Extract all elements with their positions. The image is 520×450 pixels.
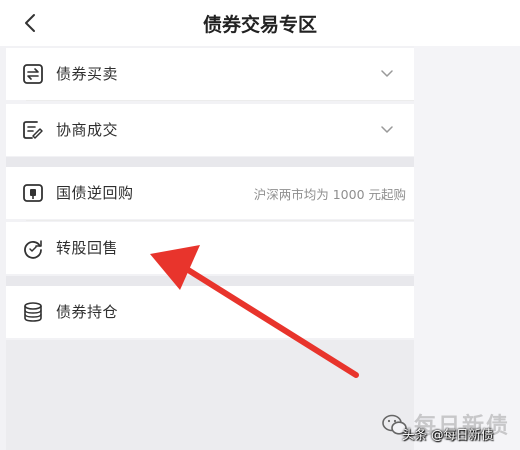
purchase-minimum-note: 沪深两市均为 1000 元起购 bbox=[253, 187, 406, 202]
refresh-circle-icon bbox=[24, 240, 42, 259]
watermark: 每日新债 头条 @每日新债 bbox=[380, 402, 520, 450]
chevron-down-icon[interactable] bbox=[380, 67, 394, 81]
menu-item-negotiated-trade[interactable]: 协商成交 bbox=[6, 104, 414, 156]
menu-item-bond-holdings[interactable]: 债券持仓 bbox=[6, 286, 414, 338]
menu-item-label: 债券持仓 bbox=[56, 303, 119, 321]
right-background bbox=[414, 46, 520, 450]
page-title: 债券交易专区 bbox=[202, 14, 317, 36]
exchange-icon bbox=[23, 64, 43, 84]
edit-document-icon bbox=[23, 121, 43, 139]
menu-item-label: 转股回售 bbox=[56, 239, 119, 257]
repo-icon bbox=[23, 184, 43, 202]
section-gap bbox=[6, 157, 414, 167]
chevron-down-icon[interactable] bbox=[380, 123, 394, 137]
section-gap bbox=[6, 276, 414, 286]
menu-item-bond-trading[interactable]: 债券买卖 bbox=[6, 48, 414, 100]
divider bbox=[26, 220, 414, 221]
watermark-text: 头条 @每日新债 bbox=[402, 427, 494, 442]
database-icon bbox=[24, 302, 42, 322]
menu-item-conversion-resale[interactable]: 转股回售 bbox=[6, 222, 414, 274]
empty-content-area bbox=[6, 340, 414, 450]
header-bar: 债券交易专区 bbox=[0, 0, 520, 46]
menu-item-label: 国债逆回购 bbox=[56, 184, 134, 202]
divider bbox=[26, 100, 414, 101]
menu-item-label: 协商成交 bbox=[56, 121, 119, 139]
menu-item-label: 债券买卖 bbox=[56, 65, 119, 83]
menu-item-reverse-repo[interactable]: 国债逆回购 沪深两市均为 1000 元起购 bbox=[6, 167, 414, 219]
